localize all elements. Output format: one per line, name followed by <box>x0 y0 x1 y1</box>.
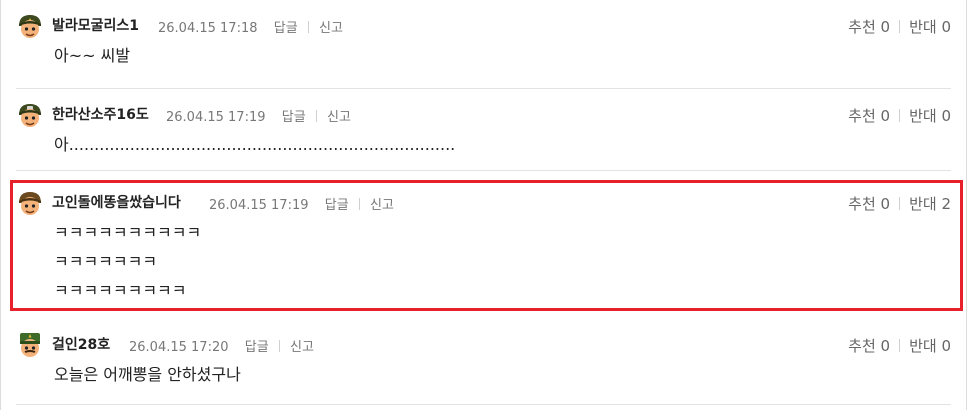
vote-area: 추천 0 반대 0 <box>848 335 951 356</box>
comment-meta: 26.04.15 17:20 답글 신고 <box>129 336 314 355</box>
comment-date: 26.04.15 17:19 <box>166 110 266 125</box>
left-frame-border <box>0 0 1 410</box>
comment-item: 한라산소주16도 26.04.15 17:19 답글 신고 추천 0 반대 0 아… <box>16 101 951 154</box>
reply-link[interactable]: 답글 <box>274 17 298 36</box>
vote-area: 추천 0 반대 0 <box>848 105 951 126</box>
report-link[interactable]: 신고 <box>327 106 351 125</box>
comment-date: 26.04.15 17:20 <box>129 340 229 355</box>
highlight-box <box>10 180 963 311</box>
comment-nickname[interactable]: 걸인28호 <box>52 334 110 354</box>
vote-divider <box>899 109 901 122</box>
general-soldier-avatar-icon[interactable] <box>16 331 44 359</box>
comment-meta: 26.04.15 17:19 답글 신고 <box>166 106 351 125</box>
comment-text: 오늘은 어깨뽕을 안하셨구나 <box>54 365 241 384</box>
comment-text: 아~~ 씨발 <box>54 46 131 65</box>
oppose-button[interactable]: 반대 0 <box>909 18 951 36</box>
helmet-soldier-avatar-icon[interactable] <box>16 12 44 40</box>
comment-meta: 26.04.15 17:18 답글 신고 <box>158 17 343 36</box>
meta-divider <box>278 340 280 352</box>
comment-date: 26.04.15 17:18 <box>158 21 258 36</box>
vote-divider <box>899 339 901 352</box>
report-link[interactable]: 신고 <box>290 336 314 355</box>
vote-area: 추천 0 반대 0 <box>848 16 951 37</box>
comment-divider <box>16 88 951 89</box>
reply-link[interactable]: 답글 <box>282 106 306 125</box>
report-link[interactable]: 신고 <box>319 17 343 36</box>
oppose-button[interactable]: 반대 0 <box>909 337 951 355</box>
comment-divider <box>16 404 951 405</box>
meta-divider <box>307 21 309 33</box>
comment-text: 아.......................................… <box>54 135 456 154</box>
reply-link[interactable]: 답글 <box>245 336 269 355</box>
recommend-button[interactable]: 추천 0 <box>848 18 890 36</box>
comment-nickname[interactable]: 한라산소주16도 <box>52 104 149 124</box>
comment-nickname[interactable]: 발라모굴리스1 <box>52 15 139 35</box>
meta-divider <box>315 110 317 122</box>
comment-divider <box>16 170 951 171</box>
right-frame-border <box>966 0 967 410</box>
vote-divider <box>899 20 901 33</box>
comment-item: 발라모굴리스1 26.04.15 17:18 답글 신고 추천 0 반대 0 아~… <box>16 12 951 65</box>
helmet-soldier-avatar-icon[interactable] <box>16 101 44 129</box>
recommend-button[interactable]: 추천 0 <box>848 337 890 355</box>
recommend-button[interactable]: 추천 0 <box>848 107 890 125</box>
comment-item: 걸인28호 26.04.15 17:20 답글 신고 추천 0 반대 0 오늘은 … <box>16 331 951 384</box>
oppose-button[interactable]: 반대 0 <box>909 107 951 125</box>
